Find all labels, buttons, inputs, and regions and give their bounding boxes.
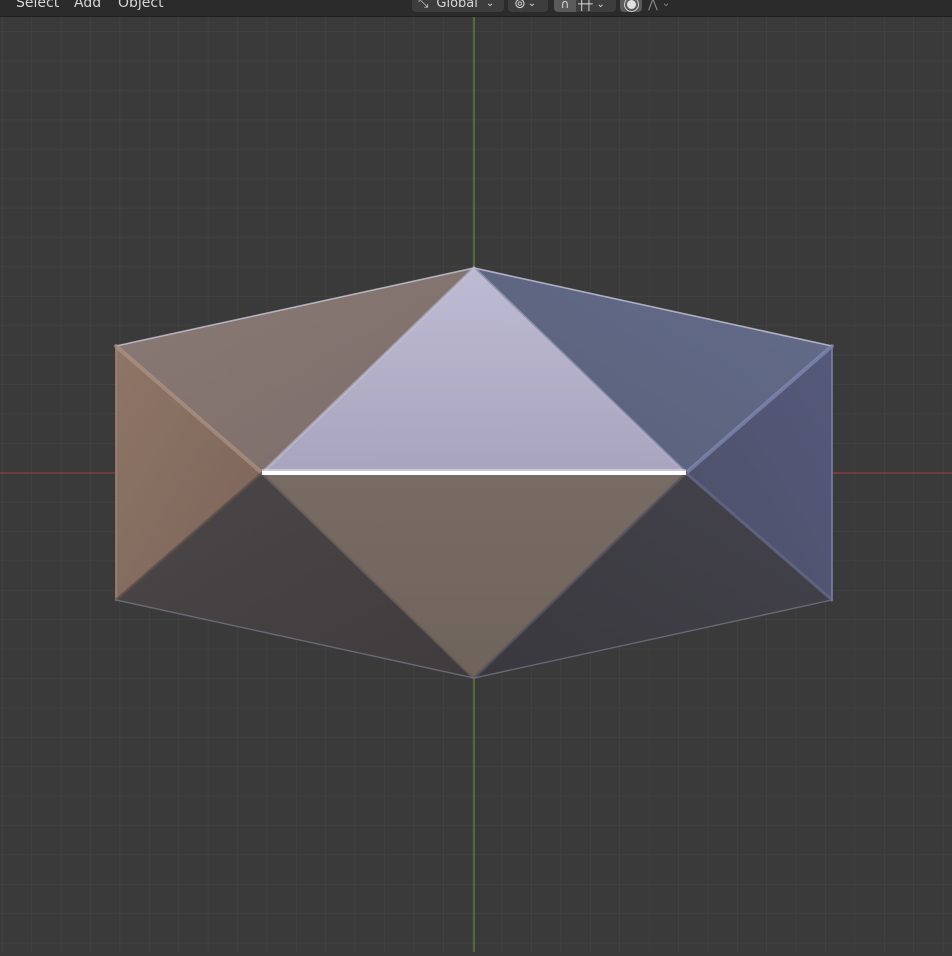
magnet-icon[interactable]: ∩ — [554, 0, 576, 12]
falloff-curve-icon: ⋀ — [648, 0, 658, 11]
pivot-point-dropdown[interactable]: ⊚ ⌄ — [508, 0, 548, 12]
viewport-canvas[interactable] — [0, 0, 952, 952]
viewport-header: Select Add Object ⤡ Global ⌄ ⊚ ⌄ ∩ ┼┼ ⌄ … — [0, 0, 952, 17]
pivot-point-icon: ⊚ — [514, 0, 526, 12]
chevron-down-icon: ⌄ — [485, 0, 495, 9]
proportional-falloff-dropdown[interactable]: ⋀ ⌄ — [644, 0, 678, 12]
chevron-down-icon: ⌄ — [527, 0, 537, 9]
menu-add[interactable]: Add — [74, 0, 101, 11]
orientation-axes-icon: ⤡ — [418, 0, 429, 11]
snap-type-dropdown[interactable]: ┼┼ ⌄ — [578, 0, 605, 12]
transform-orientation-dropdown[interactable]: ⤡ Global ⌄ — [412, 0, 504, 12]
chevron-down-icon: ⌄ — [661, 0, 671, 9]
mesh-object[interactable] — [114, 266, 834, 680]
menu-object[interactable]: Object — [118, 0, 164, 11]
snapping-controls: ∩ ┼┼ ⌄ — [554, 0, 616, 12]
proportional-edit-icon — [624, 0, 638, 11]
menu-select[interactable]: Select — [16, 0, 59, 11]
chevron-down-icon: ⌄ — [596, 0, 605, 10]
snap-increment-icon: ┼┼ — [578, 0, 593, 11]
transform-orientation-value: Global — [436, 0, 478, 11]
proportional-edit-toggle[interactable] — [620, 0, 642, 12]
3d-viewport[interactable] — [0, 0, 952, 952]
